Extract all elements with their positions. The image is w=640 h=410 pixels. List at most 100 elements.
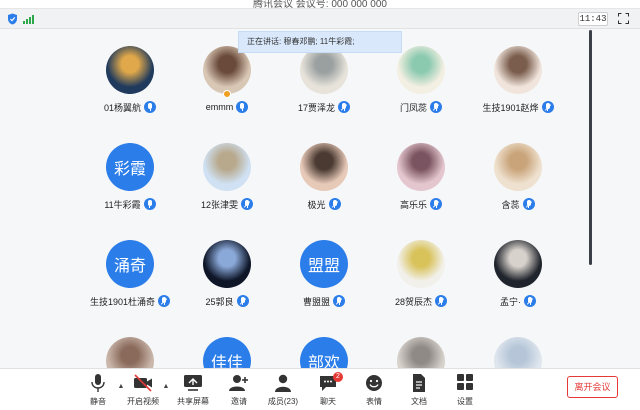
- participant-name: 生技1901杜涌奇: [89, 296, 156, 307]
- participant-grid: 01杨翼航 emmm 17贾泽龙 门凤蕊 生技1901赵烨彩霞 11牛彩霞 12张津雯 极光 高…: [82, 40, 572, 368]
- mute-label: 静音: [90, 397, 106, 406]
- leave-meeting-button[interactable]: 离开会议: [567, 376, 618, 398]
- participant-name-row: 01杨翼航: [82, 100, 178, 114]
- participant-name-row: 17贾泽龙: [276, 100, 372, 114]
- emoji-icon: [366, 375, 382, 391]
- participant-name-row: emmm: [179, 100, 275, 114]
- participant-avatar: 部欢: [300, 337, 348, 368]
- members-label: 成员(23): [267, 397, 299, 406]
- participant-tile[interactable]: 25郭良: [179, 234, 275, 324]
- mic-muted-icon: [524, 295, 536, 307]
- signal-icon[interactable]: [23, 14, 34, 24]
- participant-tile[interactable]: [82, 331, 178, 368]
- mic-on-icon: [143, 198, 156, 210]
- mic-muted-icon: [541, 101, 554, 113]
- avatar-initials: 部欢: [307, 355, 340, 368]
- participant-name-row: 孟宁·: [470, 294, 566, 308]
- video-options-caret[interactable]: ▲: [162, 383, 170, 391]
- meeting-toolbar: 静音 ▲ 开启视频 ▲ 共享屏幕 邀请 成员(23) 2 聊天 表情 文档 设置: [0, 368, 640, 410]
- participant-name-row: 曹盟盟: [276, 294, 372, 308]
- participant-avatar: [494, 240, 542, 288]
- members-button[interactable]: 成员(23): [260, 373, 306, 409]
- participant-tile[interactable]: 高乐乐: [373, 137, 469, 227]
- mic-muted-icon: [328, 198, 341, 210]
- participant-name: 曹盟盟: [302, 296, 330, 307]
- participant-avatar: [203, 143, 251, 191]
- participant-avatar: [106, 46, 154, 94]
- participant-tile[interactable]: 涌奇 生技1901杜涌奇: [82, 234, 178, 324]
- participant-name: 17贾泽龙: [297, 102, 335, 113]
- participant-tile[interactable]: 门凤蕊: [373, 40, 469, 130]
- video-button[interactable]: 开启视频: [120, 373, 166, 409]
- participant-avatar: [203, 240, 251, 288]
- invite-button[interactable]: 邀请: [216, 373, 262, 409]
- participant-avatar: [494, 337, 542, 368]
- participant-name: 孟宁·: [500, 296, 521, 307]
- participant-name: 28贺辰杰: [394, 296, 432, 307]
- mic-on-icon: [236, 101, 249, 113]
- mic-on-icon: [144, 101, 156, 113]
- participant-name: 12张津雯: [200, 199, 238, 210]
- document-icon: [413, 374, 425, 392]
- fullscreen-icon[interactable]: [618, 13, 629, 24]
- mute-button[interactable]: 静音: [75, 373, 121, 409]
- participant-avatar: [203, 46, 251, 94]
- participant-name: 极光: [307, 199, 326, 210]
- participant-tile[interactable]: 佳佳: [179, 331, 275, 368]
- participant-name: 含蕊: [501, 199, 520, 210]
- participant-tile[interactable]: emmm: [179, 40, 275, 130]
- video-off-icon: [134, 374, 152, 392]
- participant-tile[interactable]: 部欢: [276, 331, 372, 368]
- mic-muted-icon: [333, 295, 345, 307]
- participant-tile[interactable]: 28贺辰杰: [373, 234, 469, 324]
- chat-unread-badge: 2: [333, 372, 343, 382]
- participant-tile[interactable]: 01杨翼航: [82, 40, 178, 130]
- meeting-time: 11:43: [578, 12, 608, 26]
- participant-tile[interactable]: [470, 331, 566, 368]
- participant-tile[interactable]: 生技1901赵烨: [470, 40, 566, 130]
- share-screen-button[interactable]: 共享屏幕: [170, 373, 216, 409]
- participant-tile[interactable]: 17贾泽龙: [276, 40, 372, 130]
- participant-avatar: [397, 337, 445, 368]
- participant-tile[interactable]: 含蕊: [470, 137, 566, 227]
- video-label: 开启视频: [127, 397, 159, 406]
- mic-muted-icon: [338, 101, 350, 113]
- participant-tile[interactable]: 彩霞 11牛彩霞: [82, 137, 178, 227]
- participant-avatar: 佳佳: [203, 337, 251, 368]
- participant-name: 25郭良: [205, 296, 234, 307]
- host-badge-icon: [223, 90, 231, 98]
- participant-name: 11牛彩霞: [104, 199, 141, 210]
- participant-name: 高乐乐: [399, 199, 427, 210]
- reaction-label: 表情: [366, 397, 382, 406]
- mic-muted-icon: [522, 198, 535, 210]
- settings-button[interactable]: 设置: [442, 373, 488, 409]
- avatar-initials: 佳佳: [210, 355, 243, 368]
- participant-tile[interactable]: 12张津雯: [179, 137, 275, 227]
- participant-tile[interactable]: 盟盟 曹盟盟: [276, 234, 372, 324]
- docs-button[interactable]: 文档: [396, 373, 442, 409]
- grid-scrollbar[interactable]: [589, 30, 592, 265]
- speaking-indicator: 正在讲话: 穆春邓鹏; 11牛彩霞;: [238, 31, 402, 53]
- chat-button[interactable]: 2 聊天: [305, 372, 351, 409]
- participant-tile[interactable]: 极光: [276, 137, 372, 227]
- participant-name: emmm: [205, 102, 234, 112]
- mic-muted-icon: [435, 295, 447, 307]
- share-screen-icon: [184, 375, 202, 391]
- participant-avatar: [397, 143, 445, 191]
- participant-avatar: [397, 240, 445, 288]
- participant-avatar: [397, 46, 445, 94]
- participant-name: 门凤蕊: [399, 102, 427, 113]
- participant-avatar: [494, 143, 542, 191]
- participant-name-row: 门凤蕊: [373, 100, 469, 114]
- participant-name-row: 12张津雯: [179, 197, 275, 211]
- participant-avatar: 彩霞: [106, 143, 154, 191]
- participant-tile[interactable]: 孟宁·: [470, 234, 566, 324]
- mic-muted-icon: [430, 101, 442, 113]
- participant-tile[interactable]: [373, 331, 469, 368]
- reaction-button[interactable]: 表情: [351, 373, 397, 409]
- meeting-top-bar: 11:43: [0, 9, 640, 29]
- meeting-window: 腾讯会议 会议号: 000 000 000 11:43 01杨翼航 emmm 17贾…: [0, 0, 640, 410]
- shield-icon[interactable]: [7, 13, 18, 25]
- mic-muted-icon: [158, 295, 171, 307]
- chat-label: 聊天: [320, 397, 336, 406]
